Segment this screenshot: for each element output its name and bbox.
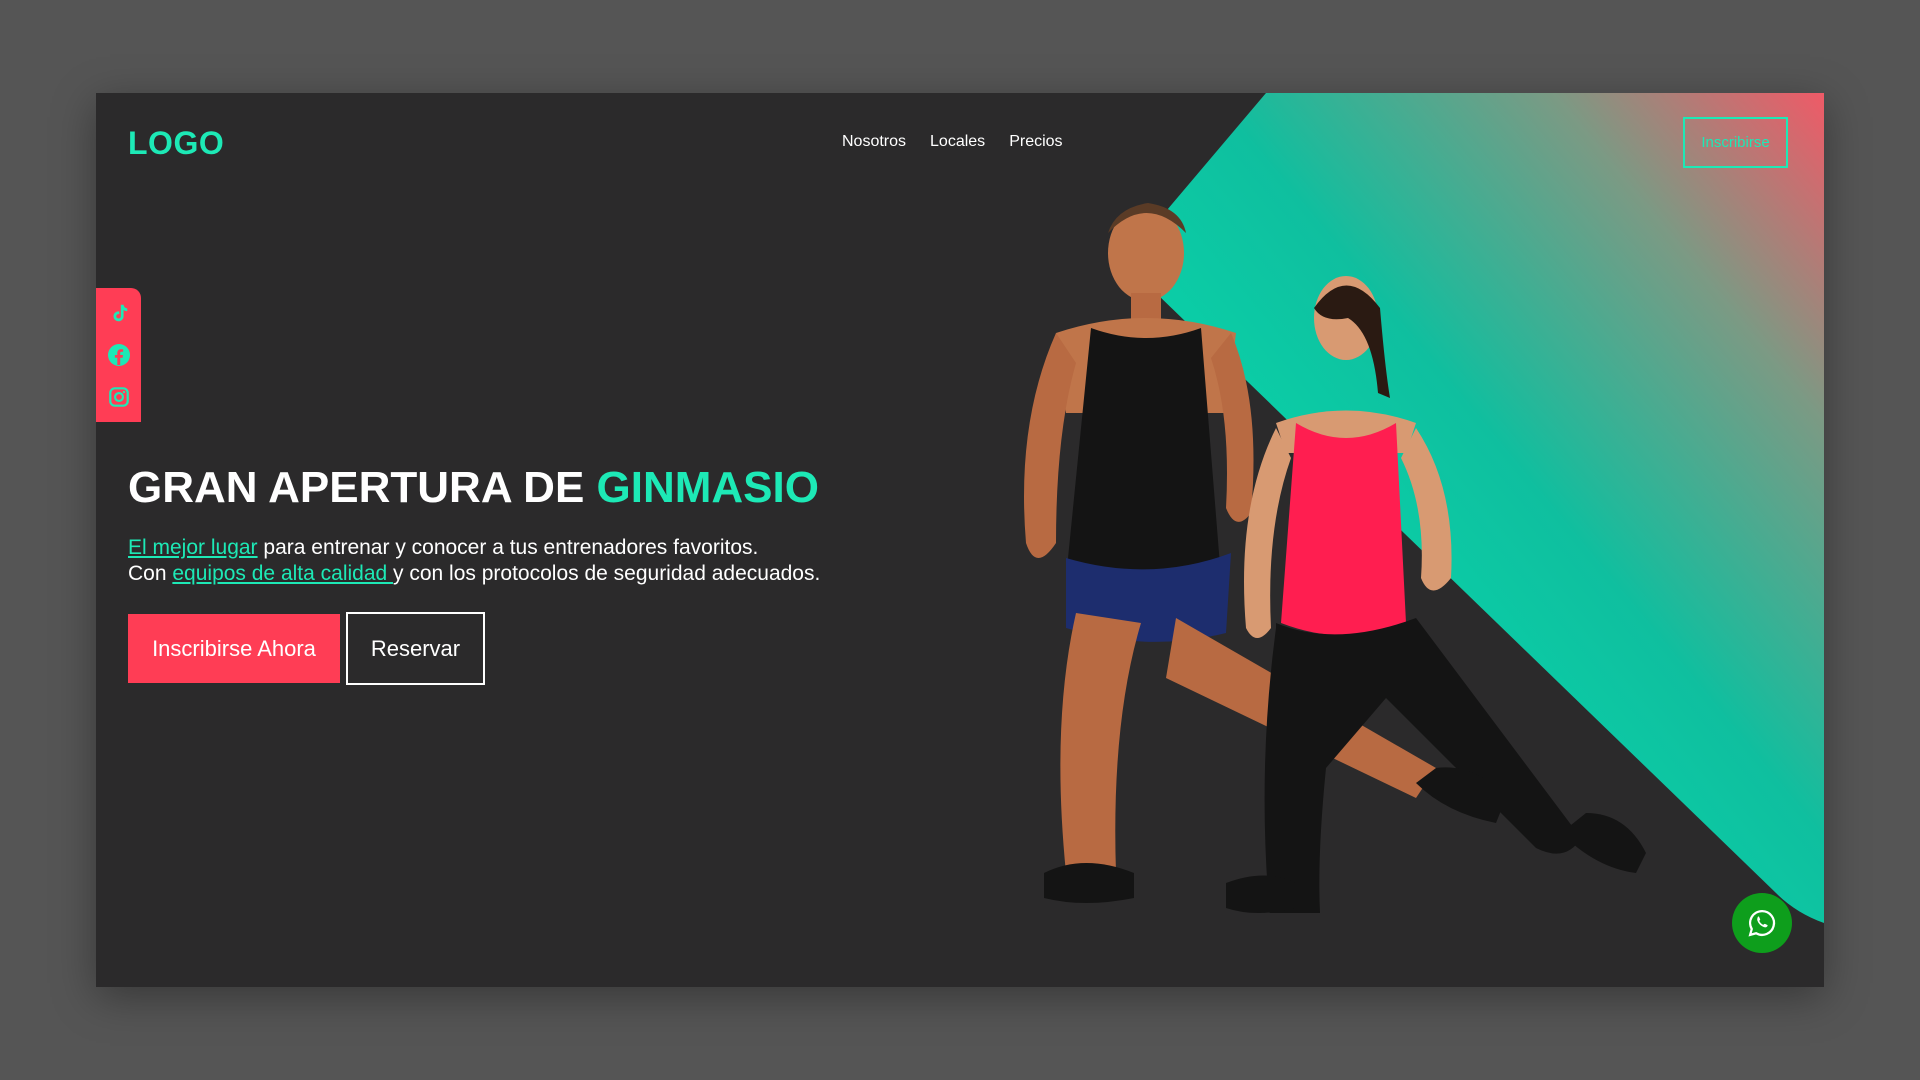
landing-page: LOGO Nosotros Locales Precios Inscribirs… bbox=[96, 93, 1824, 987]
hero-line2-text: y con los protocolos de seguridad adecua… bbox=[393, 562, 821, 585]
main-nav: Nosotros Locales Precios bbox=[842, 133, 1063, 151]
athletes-hero-image bbox=[1024, 203, 1646, 913]
woman-figure bbox=[1226, 276, 1646, 913]
logo[interactable]: LOGO bbox=[128, 125, 224, 162]
whatsapp-icon bbox=[1748, 909, 1776, 937]
social-links-bar bbox=[96, 288, 141, 422]
hero-line2-start: Con bbox=[128, 562, 173, 585]
nav-item-locales[interactable]: Locales bbox=[930, 133, 985, 151]
signup-now-button[interactable]: Inscribirse Ahora bbox=[128, 614, 340, 683]
instagram-icon[interactable] bbox=[106, 384, 132, 410]
hero-title-accent: GINMASIO bbox=[596, 463, 819, 512]
quality-equipment-link[interactable]: equipos de alta calidad bbox=[172, 562, 393, 585]
whatsapp-button[interactable] bbox=[1732, 893, 1792, 953]
signup-nav-button[interactable]: Inscribirse bbox=[1683, 117, 1788, 168]
hero-title: GRAN APERTURA DE GINMASIO bbox=[128, 463, 819, 513]
hero-line1-text: para entrenar y conocer a tus entrenador… bbox=[257, 536, 759, 559]
best-place-link[interactable]: El mejor lugar bbox=[128, 536, 258, 559]
nav-item-nosotros[interactable]: Nosotros bbox=[842, 133, 906, 151]
hero-title-main: GRAN APERTURA DE bbox=[128, 463, 597, 512]
tiktok-icon[interactable] bbox=[106, 300, 132, 326]
nav-item-precios[interactable]: Precios bbox=[1009, 133, 1062, 151]
reserve-button[interactable]: Reservar bbox=[346, 612, 485, 685]
hero-description: El mejor lugar para entrenar y conocer a… bbox=[128, 535, 820, 587]
facebook-icon[interactable] bbox=[106, 342, 132, 368]
